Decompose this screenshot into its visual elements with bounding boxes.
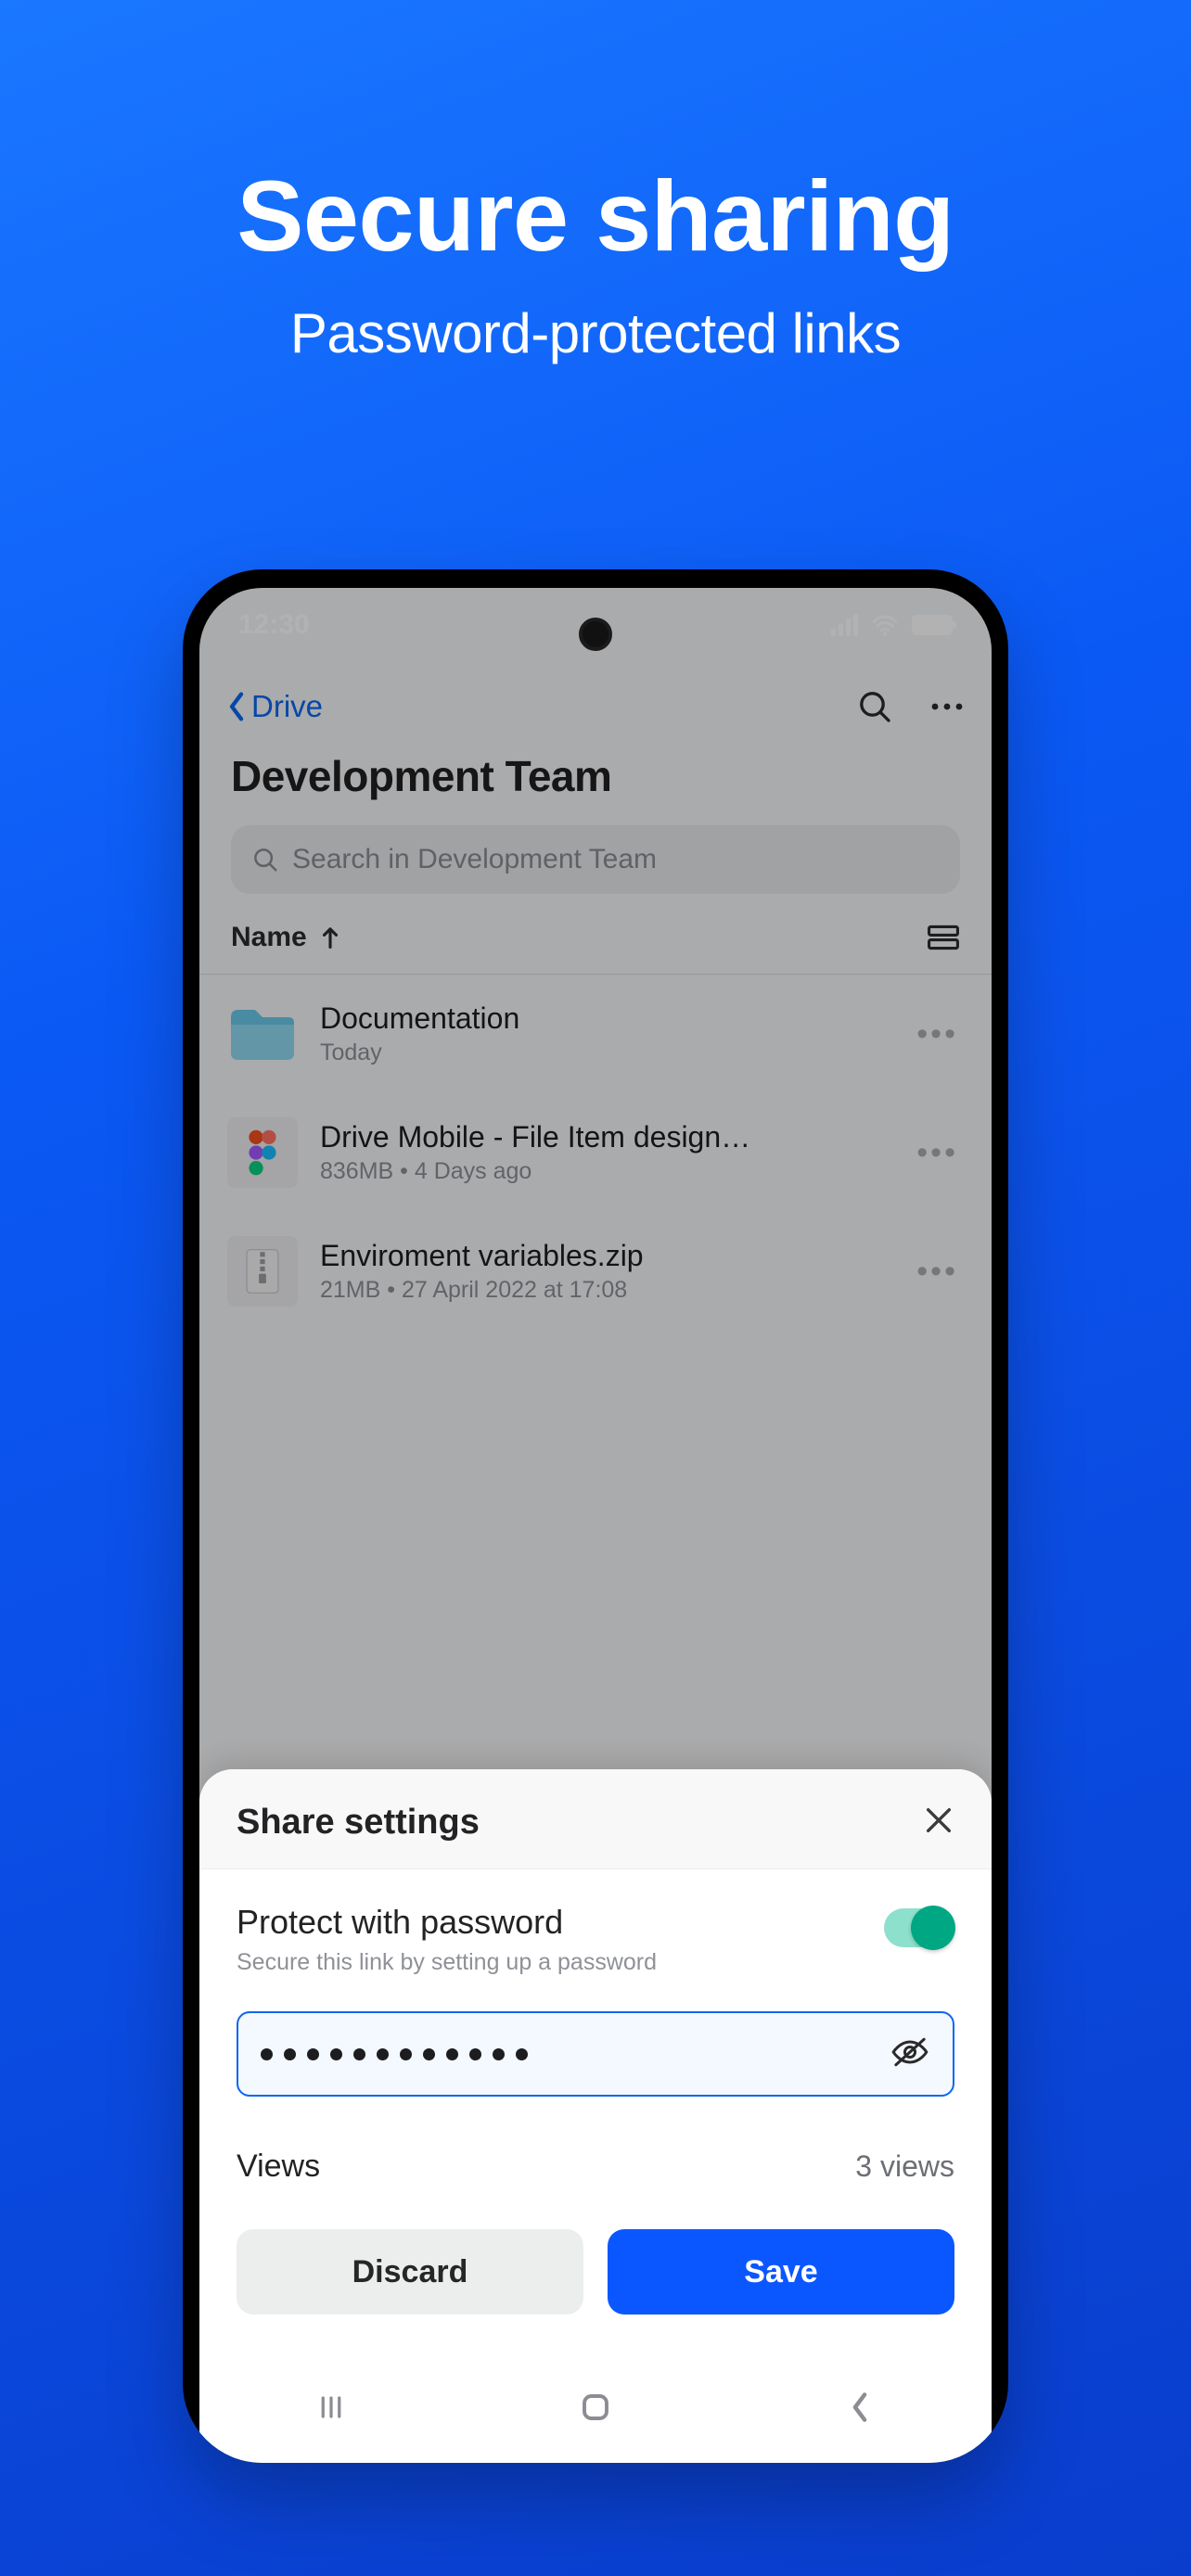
password-field[interactable] (237, 2011, 954, 2097)
android-navbar (199, 2352, 992, 2463)
toggle-knob (911, 1906, 955, 1950)
chevron-left-icon (850, 2391, 870, 2423)
close-icon (923, 1804, 954, 1836)
promo-title: Secure sharing (237, 158, 954, 274)
close-button[interactable] (923, 1804, 954, 1841)
save-button[interactable]: Save (608, 2229, 954, 2315)
password-dots (261, 2048, 890, 2060)
phone-screen: 12:30 Drive (199, 588, 992, 2463)
recent-apps-button[interactable] (311, 2387, 352, 2428)
reveal-password-button[interactable] (890, 2035, 930, 2073)
protect-sublabel: Secure this link by setting up a passwor… (237, 1949, 657, 1976)
protect-toggle[interactable] (884, 1908, 954, 1947)
discard-button[interactable]: Discard (237, 2229, 583, 2315)
back-nav-button[interactable] (839, 2387, 880, 2428)
promo-subtitle: Password-protected links (290, 301, 901, 365)
views-value: 3 views (855, 2149, 954, 2184)
eye-off-icon (890, 2035, 930, 2069)
views-label: Views (237, 2149, 320, 2185)
recent-apps-icon (315, 2393, 347, 2421)
share-settings-sheet: Share settings Protect with password Sec… (199, 1769, 992, 2463)
home-icon (579, 2391, 612, 2424)
phone-frame: 12:30 Drive (183, 569, 1008, 2463)
sheet-title: Share settings (237, 1803, 480, 1843)
home-button[interactable] (575, 2387, 616, 2428)
protect-label: Protect with password (237, 1903, 657, 1942)
camera-cutout (579, 618, 612, 651)
